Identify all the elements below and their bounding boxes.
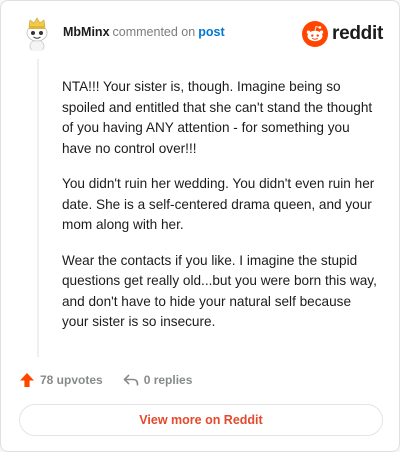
reply-button[interactable]: 0 replies (123, 372, 193, 388)
snoo-avatar-icon (19, 15, 55, 51)
comment-meta: MbMinx commented on post (63, 25, 225, 39)
thread-line (37, 59, 39, 357)
comment-paragraph: NTA!!! Your sister is, though. Imagine b… (62, 79, 373, 156)
reply-arrow-icon (123, 374, 139, 386)
user-avatar[interactable] (19, 15, 55, 51)
reddit-wordmark: reddit (332, 23, 383, 44)
username-link[interactable]: MbMinx (63, 25, 110, 39)
comment-paragraph: Wear the contacts if you like. I imagine… (62, 252, 377, 330)
comment-header: MbMinx commented on post reddit (15, 11, 387, 55)
comment-actions: 78 upvotes 0 replies (19, 368, 212, 392)
reply-count: 0 replies (143, 373, 193, 387)
reddit-brand[interactable]: reddit (302, 21, 383, 47)
comment-body: NTA!!! Your sister is, though. Imagine b… (62, 77, 380, 348)
upvote-button[interactable]: 78 upvotes (19, 372, 103, 388)
upvote-arrow-icon (20, 373, 34, 387)
view-more-button[interactable]: View more on Reddit (19, 404, 383, 436)
reddit-logo-icon (302, 21, 329, 47)
post-link[interactable]: post (198, 25, 224, 39)
reddit-comment-card: MbMinx commented on post reddit NTA!!! You… (0, 0, 400, 452)
comment-paragraph: You didn't ruin her wedding. You didn't … (62, 176, 375, 232)
upvote-count: 78 upvotes (40, 373, 103, 387)
comment-action-text: commented on (112, 25, 196, 39)
